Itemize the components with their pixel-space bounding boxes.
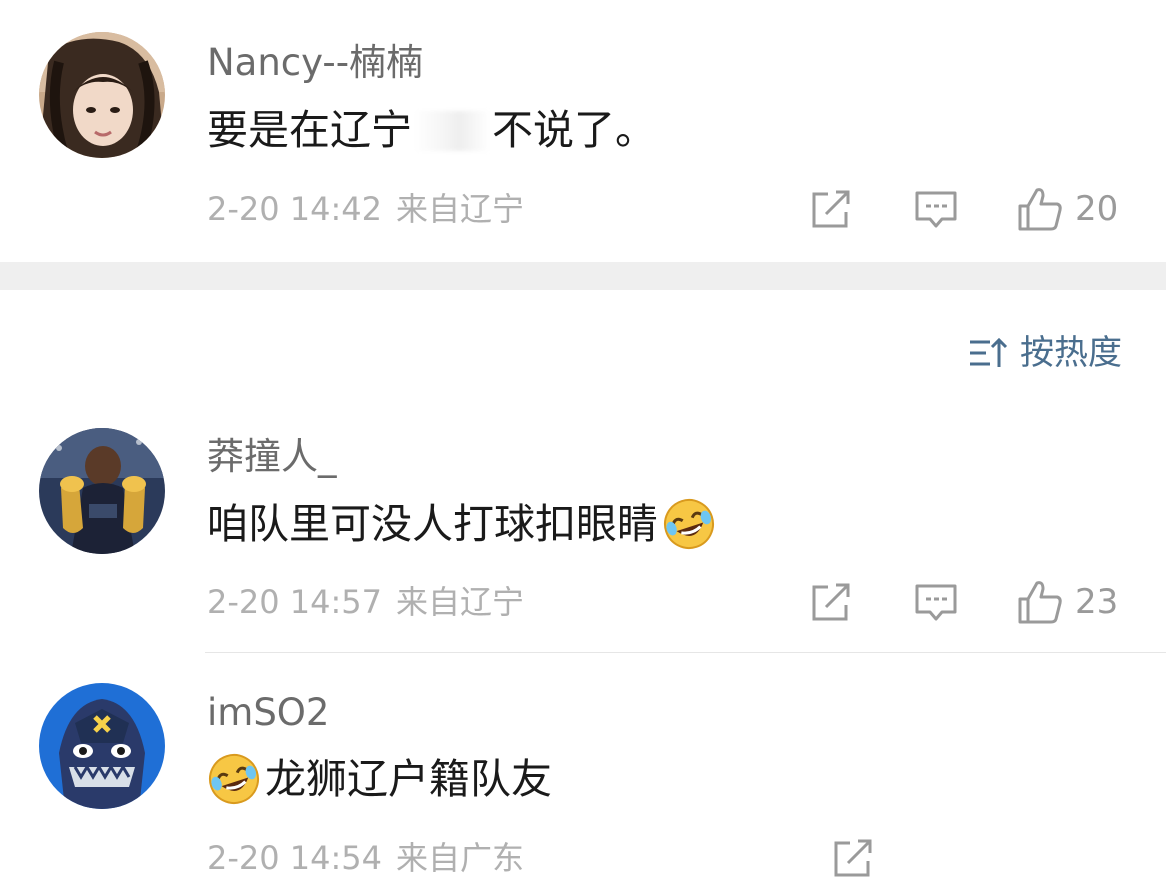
comment-icon (915, 191, 957, 228)
redacted-region (414, 110, 490, 151)
username[interactable]: 莽撞人_ (207, 438, 337, 475)
avatar[interactable] (39, 32, 165, 158)
like-count: 20 (1075, 189, 1119, 229)
comment-button[interactable] (914, 583, 958, 623)
comment-icon (915, 584, 957, 621)
comment-text: 要是在辽宁 不说了。 (207, 110, 656, 151)
like-icon (1018, 188, 1062, 231)
timestamp: 2-20 14:42 (207, 190, 383, 228)
comment-meta: 2-20 14:42 来自辽宁 (207, 193, 524, 225)
comment-text: 龙狮辽户籍队友 (207, 752, 552, 806)
like-button[interactable]: 20 (1017, 186, 1118, 232)
comment-1: Nancy--楠楠 要是在辽宁 不说了。 2-20 14:42 来自辽宁 20 (0, 0, 1166, 262)
like-icon (1018, 581, 1062, 624)
location: 来自辽宁 (396, 583, 525, 621)
comment-meta: 2-20 14:57 来自辽宁 (207, 586, 524, 618)
comment-text-part: 龙狮辽户籍队友 (265, 754, 552, 803)
avatar[interactable] (39, 428, 165, 554)
timestamp: 2-20 14:54 (207, 839, 383, 877)
share-icon (812, 583, 850, 621)
laughing-crying-emoji (664, 499, 714, 549)
comment-text: 咱队里可没人打球扣眼睛 (207, 497, 716, 551)
share-icon (812, 190, 850, 228)
username[interactable]: Nancy--楠楠 (207, 44, 423, 81)
share-button[interactable] (810, 583, 852, 623)
comment-text-part: 咱队里可没人打球扣眼睛 (207, 499, 658, 548)
sort-label: 按热度 (1020, 333, 1122, 373)
avatar[interactable] (39, 683, 165, 809)
share-icon (834, 839, 872, 877)
comment-text-part: 要是在辽宁 (207, 106, 412, 154)
like-count: 23 (1075, 582, 1119, 622)
like-button[interactable]: 23 (1017, 579, 1118, 625)
username[interactable]: imSO2 (207, 694, 329, 731)
share-button[interactable] (810, 190, 852, 230)
location: 来自广东 (396, 839, 525, 877)
comment-text-part: 不说了。 (492, 106, 656, 154)
comment-meta: 2-20 14:54 来自广东 (207, 842, 524, 874)
laughing-crying-emoji (209, 754, 259, 804)
comment-button[interactable] (914, 190, 958, 230)
comment-divider (205, 652, 1166, 653)
timestamp: 2-20 14:57 (207, 583, 383, 621)
sort-icon (970, 337, 1008, 367)
location: 来自辽宁 (396, 190, 525, 228)
sort-toggle[interactable]: 按热度 (968, 336, 1122, 370)
section-divider (0, 262, 1166, 290)
share-button[interactable] (832, 839, 874, 879)
